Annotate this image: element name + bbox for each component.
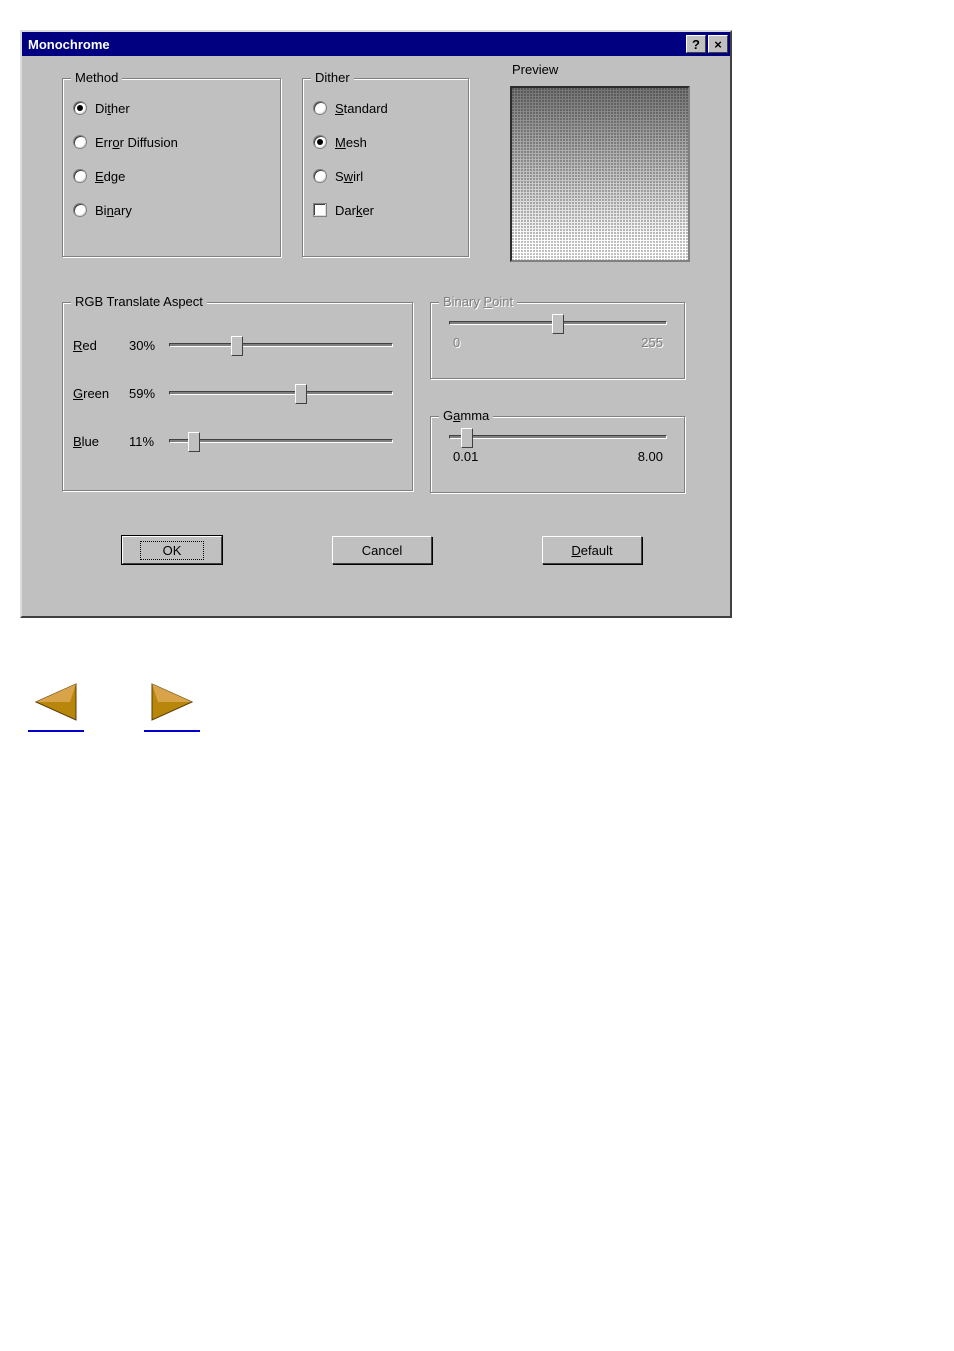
titlebar: Monochrome ? × <box>22 32 730 56</box>
radio-icon[interactable] <box>313 135 327 149</box>
gamma-min: 0.01 <box>453 449 478 464</box>
darker-checkbox[interactable] <box>313 203 327 217</box>
ok-button[interactable]: OK <box>122 536 222 564</box>
next-page-link[interactable] <box>144 678 200 732</box>
default-button[interactable]: Default <box>542 536 642 564</box>
gamma-thumb[interactable] <box>461 428 473 448</box>
rgb-row-red: Red30% <box>73 321 403 369</box>
radio-label: Swirl <box>335 169 363 184</box>
help-button[interactable]: ? <box>686 35 706 53</box>
dialog-body: Method Dither Error Diffusion Edge Binary D… <box>22 56 730 616</box>
dialog-title: Monochrome <box>28 37 684 52</box>
rgb-label: Blue <box>73 434 129 449</box>
default-label: Default <box>571 543 612 558</box>
ok-label: OK <box>140 541 205 560</box>
gamma-max: 8.00 <box>638 449 663 464</box>
darker-checkbox-row[interactable]: Darker <box>313 193 459 227</box>
preview-label: Preview <box>512 62 558 77</box>
dither-radio-mesh[interactable]: Mesh <box>313 125 459 159</box>
radio-icon[interactable] <box>73 169 87 183</box>
cancel-label: Cancel <box>362 543 402 558</box>
gamma-legend: Gamma <box>439 408 493 423</box>
rgb-percent: 11% <box>129 434 169 449</box>
arrow-left-icon <box>28 678 84 726</box>
page-navigation <box>28 678 954 732</box>
dither-legend: Dither <box>311 70 354 85</box>
method-radio-edge[interactable]: Edge <box>73 159 271 193</box>
darker-label: Darker <box>335 203 374 218</box>
binary-point-legend: Binary Point <box>439 294 517 309</box>
binary-point-slider <box>449 321 667 325</box>
rgb-label: Red <box>73 338 129 353</box>
rgb-percent: 30% <box>129 338 169 353</box>
radio-label: Binary <box>95 203 132 218</box>
method-legend: Method <box>71 70 122 85</box>
radio-label: Error Diffusion <box>95 135 178 150</box>
rgb-legend: RGB Translate Aspect <box>71 294 207 309</box>
rgb-translate-group: RGB Translate Aspect Red30%Green59%Blue1… <box>62 302 414 492</box>
rgb-slider-green[interactable] <box>169 391 393 395</box>
method-radio-binary[interactable]: Binary <box>73 193 271 227</box>
method-radio-error-diffusion[interactable]: Error Diffusion <box>73 125 271 159</box>
rgb-row-blue: Blue11% <box>73 417 403 465</box>
radio-icon[interactable] <box>73 101 87 115</box>
dither-radio-standard[interactable]: Standard <box>313 91 459 125</box>
binary-point-thumb <box>552 314 564 334</box>
slider-thumb[interactable] <box>188 432 200 452</box>
radio-label: Dither <box>95 101 130 116</box>
preview-image <box>510 86 690 262</box>
binary-point-group: Binary Point 0 255 <box>430 302 686 380</box>
radio-icon[interactable] <box>313 169 327 183</box>
gamma-slider[interactable] <box>449 435 667 439</box>
binary-point-min: 0 <box>453 335 460 350</box>
radio-label: Edge <box>95 169 125 184</box>
radio-icon[interactable] <box>73 135 87 149</box>
close-button[interactable]: × <box>708 35 728 53</box>
slider-thumb[interactable] <box>295 384 307 404</box>
arrow-right-icon <box>144 678 200 726</box>
dither-radio-swirl[interactable]: Swirl <box>313 159 459 193</box>
radio-icon[interactable] <box>313 101 327 115</box>
method-radio-dither[interactable]: Dither <box>73 91 271 125</box>
radio-icon[interactable] <box>73 203 87 217</box>
cancel-button[interactable]: Cancel <box>332 536 432 564</box>
monochrome-dialog: Monochrome ? × Method Dither Error Diffus… <box>20 30 732 618</box>
rgb-slider-red[interactable] <box>169 343 393 347</box>
rgb-slider-blue[interactable] <box>169 439 393 443</box>
prev-page-link[interactable] <box>28 678 84 732</box>
rgb-row-green: Green59% <box>73 369 403 417</box>
dither-group: Dither StandardMeshSwirl Darker <box>302 78 470 258</box>
binary-point-max: 255 <box>641 335 663 350</box>
gamma-group: Gamma 0.01 8.00 <box>430 416 686 494</box>
radio-label: Mesh <box>335 135 367 150</box>
rgb-label: Green <box>73 386 129 401</box>
radio-label: Standard <box>335 101 388 116</box>
rgb-percent: 59% <box>129 386 169 401</box>
slider-thumb[interactable] <box>231 336 243 356</box>
method-group: Method DitherError DiffusionEdgeBinary <box>62 78 282 258</box>
